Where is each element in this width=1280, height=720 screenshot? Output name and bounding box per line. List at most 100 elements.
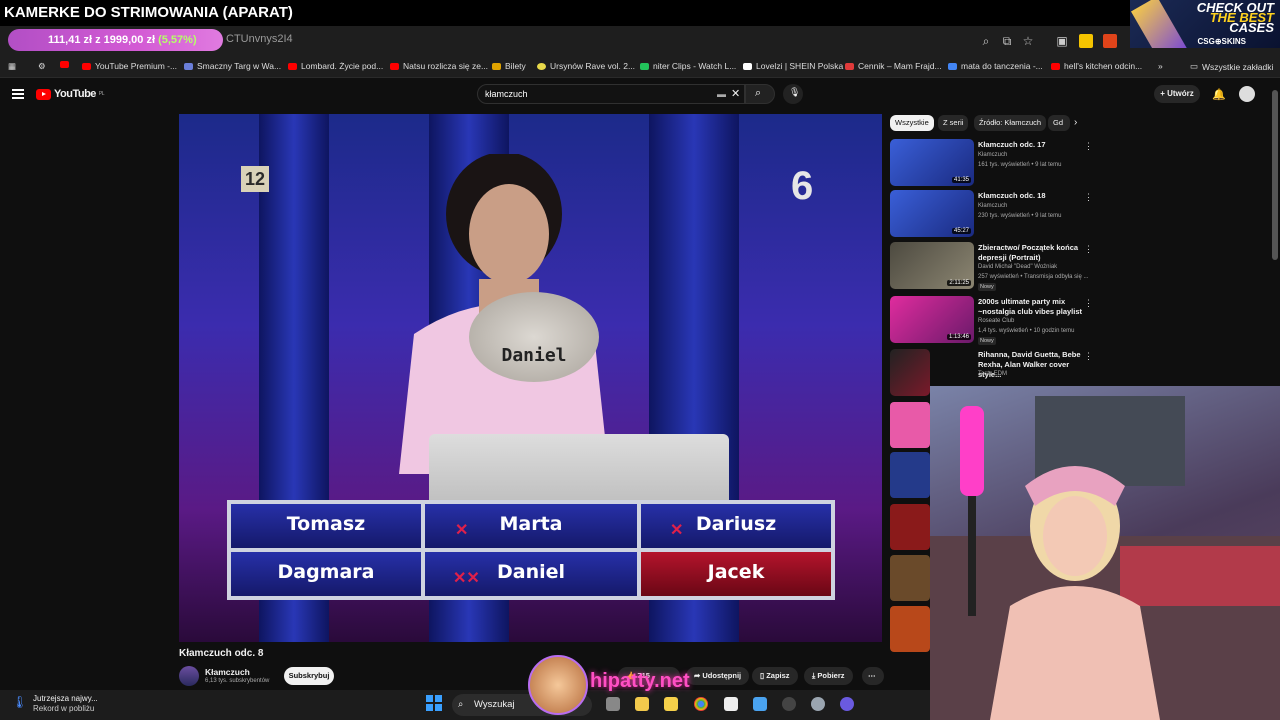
store-icon[interactable] [664,697,678,711]
board-name: Tomasz [231,504,421,548]
bookmark-8[interactable]: Lovelzi | SHEIN Polska [743,61,843,71]
rec-channel[interactable]: Kłamczuch [978,203,1007,209]
chevron-right-icon[interactable]: › [1074,117,1077,128]
task-view-icon[interactable] [606,697,620,711]
donation-progress-bar: 111,41 zł z 1999,00 zł (5,57%) [8,29,223,51]
bookmark-10[interactable]: mata do tanczenia -... [948,61,1043,71]
rec-channel[interactable]: Kłamczuch [978,152,1007,158]
bookmark-star-icon[interactable]: ☆ [1021,34,1035,48]
scrollbar[interactable] [1272,90,1278,260]
more-vert-icon[interactable]: ⋮ [1084,141,1093,152]
rec-channel[interactable]: David Michał "Dead" Woźniak [978,264,1057,270]
save-button[interactable]: ▯ Zapisz [752,667,798,685]
settings-icon[interactable] [811,697,825,711]
bookmark-2[interactable]: Smaczny Targ w Wa... [184,61,281,71]
install-icon[interactable]: ⧉ [1000,34,1014,48]
zoom-icon[interactable]: ⌕ [979,34,993,48]
stream-title: KAMERKE DO STRIMOWANIA (APARAT) [0,0,1130,26]
rec-channel[interactable]: Roseate Club [978,318,1014,324]
extension-icon-2[interactable] [1079,34,1093,48]
bookmark-3[interactable]: Lombard. Życie pod... [288,61,383,71]
board-name: Dagmara [231,552,421,596]
youtube-logo-icon [36,88,51,100]
chevron-right-icon[interactable]: » [1158,61,1163,71]
video-thumbnail[interactable] [890,606,930,652]
bookmark-7[interactable]: niter Clips - Watch L... [640,61,736,71]
clear-search-icon[interactable]: ✕ [731,87,740,100]
more-vert-icon[interactable]: ⋮ [1084,351,1093,362]
video-thumbnail[interactable] [890,555,930,601]
rec-title[interactable]: 2000s ultimate party mix ~nostalgia club… [978,297,1082,317]
streamer-avatar [528,655,588,715]
recommendation-item[interactable]: 41:35 Kłamczuch odc. 17 Kłamczuch 161 ty… [890,139,1093,187]
extension-icon-3[interactable] [1103,34,1117,48]
extension-icon[interactable]: ▣ [1055,34,1069,48]
channel-name[interactable]: Kłamczuch [205,667,250,677]
recommendation-item[interactable]: 2:11:25 Zbieractwo/ Początek końca depre… [890,242,1093,291]
search-input[interactable]: kłamczuch [477,84,745,104]
rec-title[interactable]: Kłamczuch odc. 18 [978,191,1082,201]
youtube-logo[interactable]: YouTube PL [36,88,105,100]
bookmark-1[interactable]: YouTube Premium -... [82,61,177,71]
recommendation-item[interactable]: 1:13:46 2000s ultimate party mix ~nostal… [890,296,1093,345]
rec-title[interactable]: Zbieractwo/ Początek końca depresji (Por… [978,243,1082,263]
bookmark-6[interactable]: Ursynów Rave vol. 2... [537,61,635,71]
logo-text: YouTube [54,88,96,100]
notifications-icon[interactable]: 🔔 [1212,88,1226,101]
chip-source[interactable]: Źródło: Kłamczuch [974,115,1047,131]
address-bar[interactable]: CTUnvnys2I4 [226,33,293,45]
menu-icon[interactable] [12,89,24,99]
new-badge: Nowy [978,337,996,345]
bookmark-4[interactable]: Natsu rozlicza się ze... [390,61,488,71]
create-button[interactable]: + Utwórz [1154,85,1200,103]
video-thumbnail[interactable]: 41:35 [890,139,974,186]
file-explorer-icon[interactable] [635,697,649,711]
rec-channel[interactable]: Tasty EDM [978,371,1007,377]
app-icon[interactable] [753,697,767,711]
all-bookmarks[interactable]: ▭ Wszystkie zakładki [1190,61,1273,72]
subscribe-button[interactable]: Subskrybuj [284,667,334,685]
youtube-bookmark-icon[interactable] [60,61,69,68]
weather-widget[interactable]: Jutrzejsza najwy... [33,694,98,703]
channel-avatar[interactable] [179,666,199,686]
recommendation-item[interactable]: 45:27 Kłamczuch odc. 18 Kłamczuch 230 ty… [890,190,1093,238]
chrome-icon[interactable] [694,697,708,711]
keyboard-icon[interactable]: ▬ [717,89,726,99]
more-vert-icon[interactable]: ⋮ [1084,192,1093,203]
voice-search-button[interactable]: 🎙 [783,84,803,104]
ad-banner[interactable]: CHECK OUT THE BEST CASES CSG⊕SKINS [1130,0,1280,48]
notepad-icon[interactable] [724,697,738,711]
rec-title[interactable]: Kłamczuch odc. 17 [978,140,1082,150]
chip-all[interactable]: Wszystkie [890,115,934,131]
chip-more[interactable]: Gd [1048,115,1070,131]
settings-icon[interactable]: ⚙ [38,61,46,72]
video-thumbnail[interactable]: 2:11:25 [890,242,974,289]
more-actions-button[interactable]: ⋯ [862,667,884,685]
video-thumbnail[interactable] [890,504,930,550]
app-icon-2[interactable] [840,697,854,711]
windows-start-icon[interactable] [426,695,442,711]
video-thumbnail[interactable]: 1:13:46 [890,296,974,343]
knife-image [1131,0,1187,48]
mic-icon: 🎙 [789,87,801,97]
obs-icon[interactable] [782,697,796,711]
bookmark-11[interactable]: hell's kitchen odcin... [1051,61,1142,71]
rec-meta: 230 tys. wyświetleń • 9 lat temu [978,213,1062,219]
search-button[interactable]: ⌕ [745,84,775,104]
share-button[interactable]: ➦ Udostępnij [686,667,750,685]
video-thumbnail[interactable]: 45:27 [890,190,974,237]
video-thumbnail[interactable] [890,349,930,396]
more-vert-icon[interactable]: ⋮ [1084,298,1093,309]
video-player[interactable]: 12 6 Daniel Tomasz Marta Dariusz Dagmara… [179,114,882,642]
video-thumbnail[interactable] [890,452,930,498]
bookmark-9[interactable]: Cennik – Mam Frajd... [845,61,942,71]
download-button[interactable]: ⤓ Pobierz [804,667,853,685]
apps-icon[interactable]: ▦ [8,61,16,72]
video-thumbnail[interactable] [890,402,930,448]
video-title: Kłamczuch odc. 8 [179,648,264,659]
thermometer-icon: 🌡 [12,695,28,709]
avatar[interactable] [1239,86,1255,102]
bookmark-5[interactable]: Bilety [492,61,526,71]
more-vert-icon[interactable]: ⋮ [1084,244,1093,255]
chip-series[interactable]: Z serii [938,115,969,131]
